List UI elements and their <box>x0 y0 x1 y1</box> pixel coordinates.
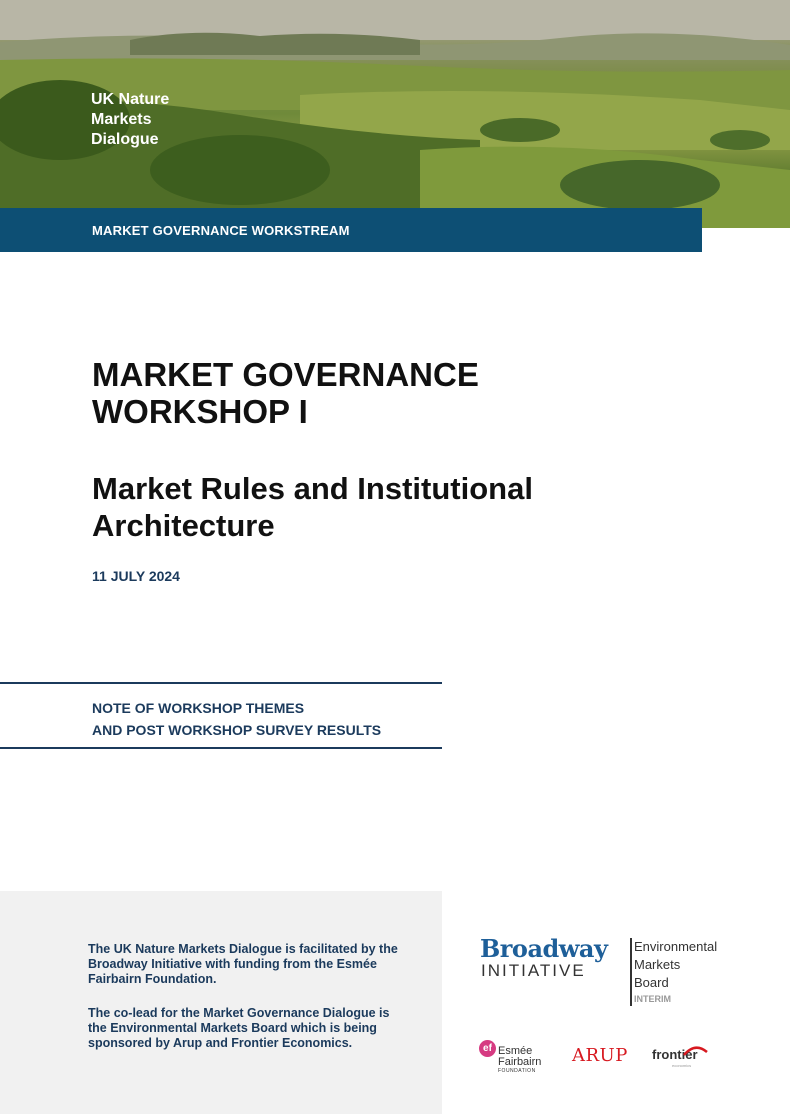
environmental-markets-board-logo: Environmental Markets Board INTERIM <box>630 938 717 1006</box>
emb-line: Environmental <box>634 939 718 954</box>
broadway-initiative-logo: Broadway <box>480 934 608 963</box>
frontier-economics-subtitle: economics <box>672 1063 692 1068</box>
frontier-swoosh-icon <box>683 1046 708 1056</box>
note-top-divider <box>0 682 442 684</box>
note-line: AND POST WORKSHOP SURVEY RESULTS <box>92 722 382 738</box>
brand-line: Markets <box>91 111 152 128</box>
note-bottom-divider <box>0 747 442 749</box>
esmee-fairbairn-logo: Esmée Fairbairn FOUNDATION <box>498 1046 542 1075</box>
document-title: MARKET GOVERNANCE WORKSHOP I <box>92 356 479 430</box>
document-subtitle: Market Rules and Institutional Architect… <box>92 471 533 543</box>
note-heading: NOTE OF WORKSHOP THEMES AND POST WORKSHO… <box>92 697 381 741</box>
arup-logo: ARUP <box>572 1045 628 1066</box>
esmee-line: Fairbairn <box>498 1056 542 1068</box>
workstream-label: MARKET GOVERNANCE WORKSTREAM <box>92 223 350 238</box>
footer-paragraph-colead: The co-lead for the Market Governance Di… <box>88 1006 390 1050</box>
brand-line: Dialogue <box>91 131 159 148</box>
emb-line: Board <box>634 975 669 990</box>
note-line: NOTE OF WORKSHOP THEMES <box>92 700 305 716</box>
broadway-initiative-logo-subtitle: INITIATIVE <box>481 961 586 980</box>
esmee-fairbairn-mark-icon: ef <box>479 1040 496 1057</box>
document-date: 11 JULY 2024 <box>92 568 180 584</box>
footer-panel <box>0 891 442 1114</box>
emb-line: Markets <box>634 957 681 972</box>
brand-line: UK Nature <box>91 91 170 108</box>
uk-nature-markets-dialogue-logo: UK Nature Markets Dialogue <box>91 90 169 150</box>
footer-paragraph-facilitation: The UK Nature Markets Dialogue is facili… <box>88 942 398 986</box>
emb-interim-tag: INTERIM <box>634 994 671 1004</box>
esmee-foundation-line: FOUNDATION <box>498 1068 536 1074</box>
